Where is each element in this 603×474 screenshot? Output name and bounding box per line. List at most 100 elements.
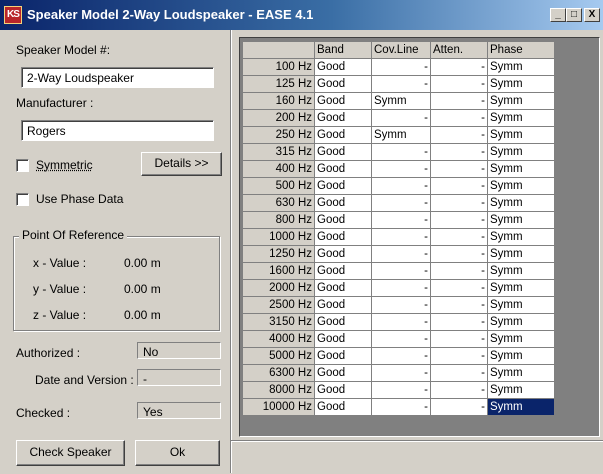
table-row[interactable]: 1000 Hz Good - - Symm (242, 228, 555, 246)
band-cell[interactable]: Good (314, 262, 372, 280)
table-row[interactable]: 5000 Hz Good - - Symm (242, 347, 555, 365)
cov-line-cell[interactable]: - (371, 160, 431, 178)
symmetric-checkbox[interactable] (16, 159, 29, 172)
phase-cell[interactable]: Symm (487, 92, 555, 110)
row-frequency-header[interactable]: 5000 Hz (242, 347, 315, 365)
cov-line-cell[interactable]: - (371, 58, 431, 76)
cov-line-cell[interactable]: - (371, 194, 431, 212)
cov-line-cell[interactable]: - (371, 364, 431, 382)
cov-line-cell[interactable]: - (371, 330, 431, 348)
phase-cell[interactable]: Symm (487, 228, 555, 246)
cov-line-cell[interactable]: Symm (371, 126, 431, 144)
band-cell[interactable]: Good (314, 194, 372, 212)
header-atten[interactable]: Atten. (430, 41, 488, 59)
row-frequency-header[interactable]: 630 Hz (242, 194, 315, 212)
frequency-grid[interactable]: Band Cov.Line Atten. Phase 100 Hz Good - - S… (239, 37, 600, 437)
table-row[interactable]: 125 Hz Good - - Symm (242, 75, 555, 93)
header-phase[interactable]: Phase (487, 41, 555, 59)
band-cell[interactable]: Good (314, 109, 372, 127)
row-frequency-header[interactable]: 200 Hz (242, 109, 315, 127)
band-cell[interactable]: Good (314, 347, 372, 365)
atten-cell[interactable]: - (430, 160, 488, 178)
band-cell[interactable]: Good (314, 75, 372, 93)
use-phase-data-checkbox[interactable] (16, 193, 29, 206)
cov-line-cell[interactable]: - (371, 296, 431, 314)
check-speaker-button[interactable]: Check Speaker (16, 440, 125, 466)
row-frequency-header[interactable]: 3150 Hz (242, 313, 315, 331)
phase-cell[interactable]: Symm (487, 126, 555, 144)
cov-line-cell[interactable]: - (371, 143, 431, 161)
atten-cell[interactable]: - (430, 262, 488, 280)
phase-cell[interactable]: Symm (487, 262, 555, 280)
atten-cell[interactable]: - (430, 211, 488, 229)
row-frequency-header[interactable]: 10000 Hz (242, 398, 315, 416)
atten-cell[interactable]: - (430, 381, 488, 399)
row-frequency-header[interactable]: 315 Hz (242, 143, 315, 161)
manufacturer-input[interactable]: Rogers (21, 120, 214, 141)
table-row[interactable]: 800 Hz Good - - Symm (242, 211, 555, 229)
band-cell[interactable]: Good (314, 398, 372, 416)
row-frequency-header[interactable]: 160 Hz (242, 92, 315, 110)
phase-cell[interactable]: Symm (487, 381, 555, 399)
row-frequency-header[interactable]: 1600 Hz (242, 262, 315, 280)
atten-cell[interactable]: - (430, 364, 488, 382)
cov-line-cell[interactable]: - (371, 245, 431, 263)
cov-line-cell[interactable]: - (371, 109, 431, 127)
minimize-button[interactable]: _ (550, 8, 566, 22)
cov-line-cell[interactable]: - (371, 228, 431, 246)
band-cell[interactable]: Good (314, 279, 372, 297)
table-row[interactable]: 500 Hz Good - - Symm (242, 177, 555, 195)
phase-cell[interactable]: Symm (487, 347, 555, 365)
row-frequency-header[interactable]: 8000 Hz (242, 381, 315, 399)
atten-cell[interactable]: - (430, 228, 488, 246)
band-cell[interactable]: Good (314, 296, 372, 314)
row-frequency-header[interactable]: 1000 Hz (242, 228, 315, 246)
row-frequency-header[interactable]: 2000 Hz (242, 279, 315, 297)
table-row[interactable]: 8000 Hz Good - - Symm (242, 381, 555, 399)
maximize-button[interactable]: □ (566, 8, 582, 22)
table-row[interactable]: 250 Hz Good Symm - Symm (242, 126, 555, 144)
table-row[interactable]: 3150 Hz Good - - Symm (242, 313, 555, 331)
table-row[interactable]: 1250 Hz Good - - Symm (242, 245, 555, 263)
band-cell[interactable]: Good (314, 143, 372, 161)
band-cell[interactable]: Good (314, 228, 372, 246)
band-cell[interactable]: Good (314, 211, 372, 229)
atten-cell[interactable]: - (430, 177, 488, 195)
atten-cell[interactable]: - (430, 313, 488, 331)
table-row[interactable]: 10000 Hz Good - - Symm (242, 398, 555, 416)
phase-cell[interactable]: Symm (487, 143, 555, 161)
ok-button[interactable]: Ok (135, 440, 220, 466)
row-frequency-header[interactable]: 800 Hz (242, 211, 315, 229)
atten-cell[interactable]: - (430, 92, 488, 110)
table-row[interactable]: 100 Hz Good - - Symm (242, 58, 555, 76)
band-cell[interactable]: Good (314, 330, 372, 348)
cov-line-cell[interactable]: Symm (371, 92, 431, 110)
cov-line-cell[interactable]: - (371, 177, 431, 195)
atten-cell[interactable]: - (430, 194, 488, 212)
band-cell[interactable]: Good (314, 126, 372, 144)
row-frequency-header[interactable]: 250 Hz (242, 126, 315, 144)
cov-line-cell[interactable]: - (371, 262, 431, 280)
phase-cell[interactable]: Symm (487, 58, 555, 76)
band-cell[interactable]: Good (314, 92, 372, 110)
row-frequency-header[interactable]: 500 Hz (242, 177, 315, 195)
atten-cell[interactable]: - (430, 143, 488, 161)
atten-cell[interactable]: - (430, 126, 488, 144)
cov-line-cell[interactable]: - (371, 313, 431, 331)
phase-cell[interactable]: Symm (487, 177, 555, 195)
table-row[interactable]: 2000 Hz Good - - Symm (242, 279, 555, 297)
atten-cell[interactable]: - (430, 245, 488, 263)
phase-cell[interactable]: Symm (487, 313, 555, 331)
cov-line-cell[interactable]: - (371, 75, 431, 93)
row-frequency-header[interactable]: 125 Hz (242, 75, 315, 93)
cov-line-cell[interactable]: - (371, 279, 431, 297)
cov-line-cell[interactable]: - (371, 381, 431, 399)
table-row[interactable]: 315 Hz Good - - Symm (242, 143, 555, 161)
cov-line-cell[interactable]: - (371, 398, 431, 416)
phase-cell[interactable]: Symm (487, 75, 555, 93)
atten-cell[interactable]: - (430, 347, 488, 365)
phase-cell[interactable]: Symm (487, 211, 555, 229)
phase-cell[interactable]: Symm (487, 194, 555, 212)
atten-cell[interactable]: - (430, 75, 488, 93)
phase-cell[interactable]: Symm (487, 109, 555, 127)
